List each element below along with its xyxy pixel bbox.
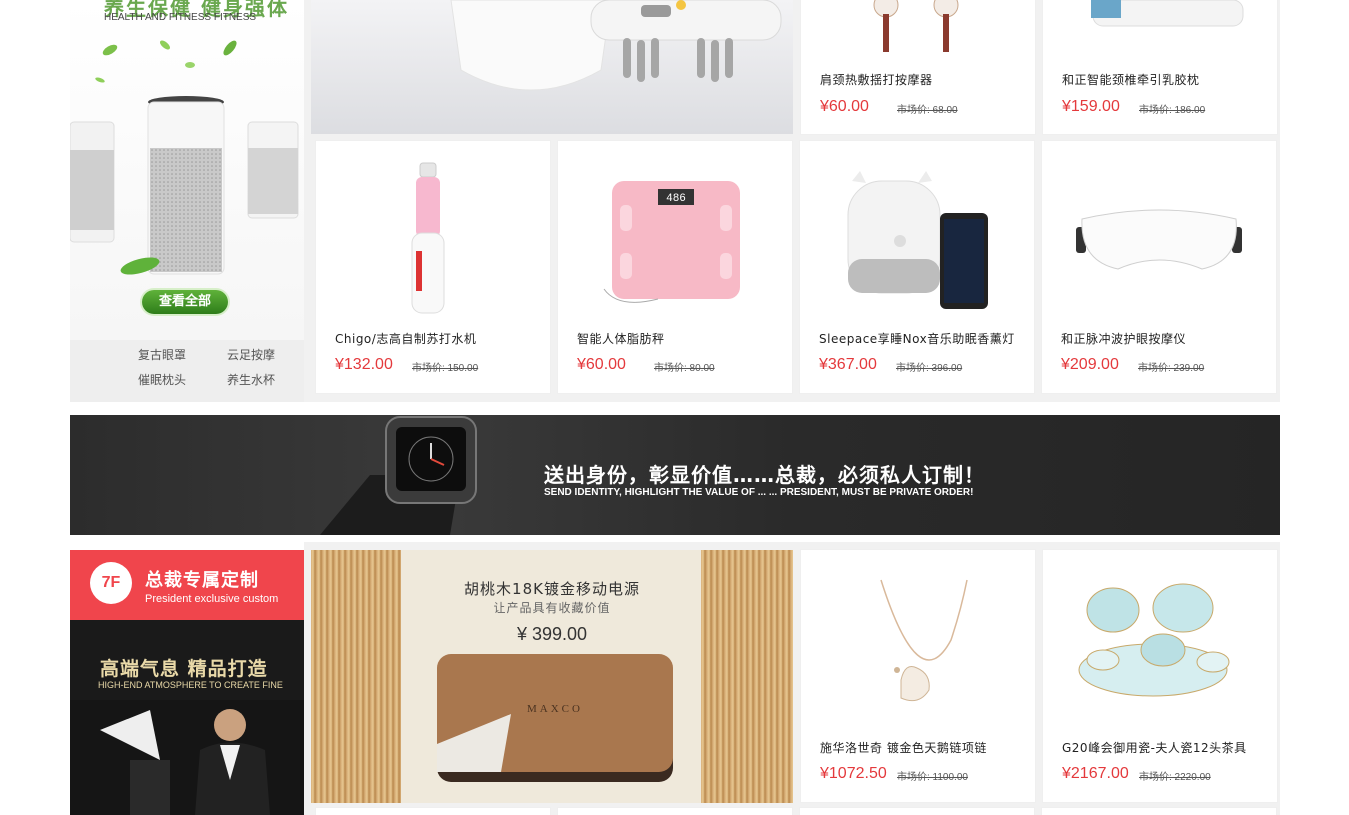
product-price: ¥367.00 (819, 356, 877, 373)
product-card[interactable]: 施华洛世奇 镀金色天鹅链项链 ¥1072.50 市场价: 1100.00 (801, 550, 1035, 802)
air-purifier-banner[interactable]: 养生保健 健身强体 HEALTH AND FITNESS FITNESS 查看全… (70, 0, 304, 340)
floor7-subtitle-en: HIGH-END ATMOSPHERE TO CREATE FINE (98, 680, 283, 690)
eye-massager-image (1076, 209, 1242, 270)
smartwatch-image (320, 416, 477, 535)
scale-display: 486 (666, 193, 686, 205)
swan-necklace-image (880, 579, 968, 702)
product-name[interactable]: Chigo/志高自制苏打水机 (335, 330, 476, 347)
body-fat-scale-image: 486 (603, 181, 740, 303)
market-price: 市场价: 396.00 (896, 363, 963, 374)
product-card[interactable] (1042, 808, 1276, 815)
product-price: ¥159.00 (1062, 98, 1120, 115)
tag-link[interactable]: 养生水杯 (227, 371, 275, 388)
market-price: 市场价: 2220.00 (1139, 772, 1211, 783)
product-name[interactable]: G20峰会御用瓷-夫人瓷12头茶具 (1062, 739, 1247, 756)
product-card[interactable]: 486 智能人体脂肪秤 ¥60.00 市场价: 80.00 (558, 141, 792, 393)
air-purifier-image (70, 40, 299, 275)
floor6-banner[interactable]: 养生保健 健身强体 HEALTH AND FITNESS FITNESS 查看全… (70, 0, 304, 402)
floor6-tag-list: 复古眼罩 云足按摩 催眠枕头 养生水杯 (70, 340, 304, 402)
product-card[interactable]: 肩颈热敷揺打按摩器 ¥60.00 市场价: 68.00 (801, 0, 1035, 134)
floor7-subtitle: 高端气息 精品打造 (100, 658, 268, 680)
floor7-header: 7F 总裁专属定制 President exclusive custom (70, 550, 304, 620)
product-card[interactable]: 和正智能颈椎牵引乳胶枕 ¥159.00 市场价: 186.00 (1043, 0, 1277, 134)
floor-badge: 7F (90, 562, 132, 604)
floor7-banner[interactable]: 7F 总裁专属定制 President exclusive custom 高端气… (70, 550, 304, 815)
product-price: ¥209.00 (1061, 356, 1119, 373)
product-price: ¥2167.00 (1062, 765, 1129, 782)
product-card[interactable] (558, 808, 792, 815)
powerbank-image: MAXCO (437, 654, 673, 782)
product-card[interactable]: G20峰会御用瓷-夫人瓷12头茶具 ¥2167.00 市场价: 2220.00 (1043, 550, 1277, 802)
product-name[interactable]: Sleepace享睡Nox音乐助眠香薰灯 (819, 330, 1015, 347)
product-name[interactable]: 肩颈热敷揺打按摩器 (820, 71, 933, 88)
tea-set-image (1078, 583, 1230, 697)
powerbank-banner[interactable]: 胡桃木18K镀金移动电源 让产品具有收藏价值 ¥ 399.00 MAXCO (311, 550, 793, 803)
market-price: 市场价: 1100.00 (897, 772, 968, 783)
product-card[interactable]: Sleepace享睡Nox音乐助眠香薰灯 ¥367.00 市场价: 396.00 (800, 141, 1034, 393)
product-price: ¥60.00 (577, 356, 626, 373)
ad-subline: SEND IDENTITY, HIGHLIGHT THE VALUE OF ..… (544, 487, 974, 498)
massager-image (450, 0, 782, 91)
floor6-slogan-en: HEALTH AND FITNESS FITNESS (104, 12, 257, 23)
powerbank-price: ¥ 399.00 (516, 624, 588, 644)
powerbank-brand: MAXCO (527, 703, 583, 715)
product-price: ¥1072.50 (820, 765, 887, 782)
product-card[interactable] (800, 808, 1034, 815)
product-image (873, 0, 959, 52)
product-card[interactable]: Chigo/志高自制苏打水机 ¥132.00 市场价: 150.00 (316, 141, 550, 393)
product-price: ¥60.00 (820, 98, 869, 115)
gramophone-man-image (70, 700, 304, 815)
powerbank-title: 胡桃木18K镀金移动电源 (464, 580, 640, 598)
product-card[interactable]: 和正脉冲波护眼按摩仪 ¥209.00 市场价: 239.00 (1042, 141, 1276, 393)
product-image (1091, 0, 1244, 27)
product-card[interactable] (316, 808, 550, 815)
soda-maker-image (411, 162, 445, 314)
market-price: 市场价: 239.00 (1138, 363, 1205, 374)
market-price: 市场价: 186.00 (1139, 105, 1206, 116)
product-name[interactable]: 和正脉冲波护眼按摩仪 (1061, 330, 1186, 347)
powerbank-subtitle: 让产品具有收藏价值 (493, 601, 611, 615)
massager-banner[interactable] (311, 0, 793, 134)
floor7-title: 总裁专属定制 (145, 570, 259, 591)
tag-link[interactable]: 云足按摩 (227, 346, 275, 363)
product-name[interactable]: 施华洛世奇 镀金色天鹅链项链 (820, 739, 987, 756)
floor7-title-en: President exclusive custom (145, 593, 279, 605)
product-name[interactable]: 和正智能颈椎牵引乳胶枕 (1062, 71, 1200, 88)
product-name[interactable]: 智能人体脂肪秤 (577, 330, 665, 347)
market-price: 市场价: 68.00 (897, 105, 958, 116)
view-all-button[interactable]: 查看全部 (142, 290, 228, 314)
watch-ad-banner[interactable]: 送出身份，彰显价值……总裁，必须私人订制！ SEND IDENTITY, HIG… (70, 415, 1280, 535)
tag-link[interactable]: 催眠枕头 (138, 371, 186, 388)
ad-headline: 送出身份，彰显价值……总裁，必须私人订制！ (544, 463, 985, 487)
market-price: 市场价: 150.00 (412, 363, 479, 374)
aroma-lamp-image (847, 171, 988, 309)
product-price: ¥132.00 (335, 356, 393, 373)
market-price: 市场价: 80.00 (654, 363, 715, 374)
tag-link[interactable]: 复古眼罩 (138, 346, 186, 363)
